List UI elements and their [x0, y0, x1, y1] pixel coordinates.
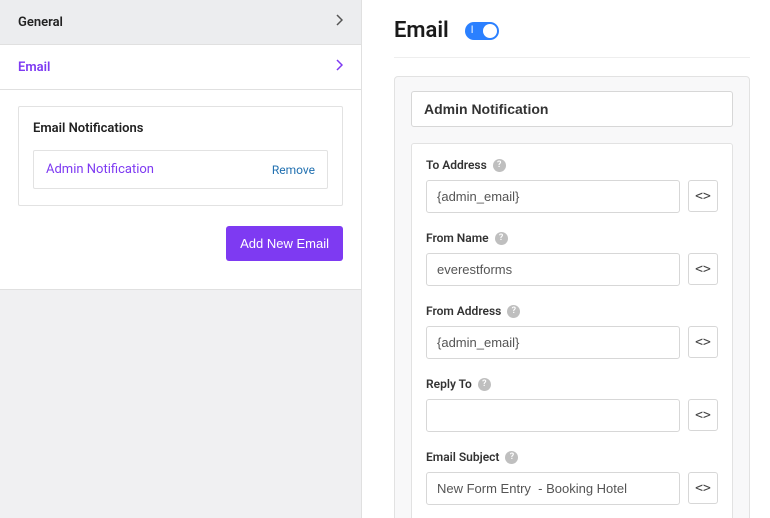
email-notifications-panel-wrap: Email Notifications Admin Notification R… — [0, 90, 361, 226]
chevron-right-icon — [335, 59, 343, 75]
from-address-input[interactable] — [426, 326, 680, 359]
add-button-wrap: Add New Email — [0, 226, 361, 290]
insert-tag-button[interactable]: <> — [688, 326, 718, 358]
chevron-right-icon — [335, 14, 343, 30]
field-from-address: From Address ? <> — [426, 304, 718, 359]
email-notifications-panel: Email Notifications Admin Notification R… — [18, 106, 343, 206]
sidebar-item-general[interactable]: General — [0, 0, 361, 45]
sidebar-item-email[interactable]: Email — [0, 45, 361, 90]
toggle-on-mark: I — [471, 24, 474, 38]
main-header: Email I — [394, 18, 750, 58]
help-icon[interactable]: ? — [505, 451, 518, 464]
panel-title: Email Notifications — [33, 121, 328, 136]
remove-link[interactable]: Remove — [272, 163, 315, 177]
sidebar-item-label: General — [18, 15, 63, 30]
help-icon[interactable]: ? — [493, 159, 506, 172]
field-label: From Name ? — [426, 231, 718, 245]
field-label: To Address ? — [426, 158, 718, 172]
field-to-address: To Address ? <> — [426, 158, 718, 213]
help-icon[interactable]: ? — [478, 378, 491, 391]
insert-tag-button[interactable]: <> — [688, 472, 718, 504]
to-address-input[interactable] — [426, 180, 680, 213]
from-name-input[interactable] — [426, 253, 680, 286]
notification-name-input[interactable] — [411, 91, 733, 127]
settings-sidebar: General Email Email Notifications Admin … — [0, 0, 362, 518]
email-fields: To Address ? <> From Name ? <> — [411, 143, 733, 518]
email-settings-main: Email I To Address ? <> From Name — [362, 0, 770, 518]
email-subject-input[interactable] — [426, 472, 680, 505]
notification-row: Admin Notification Remove — [33, 150, 328, 189]
help-icon[interactable]: ? — [507, 305, 520, 318]
field-label: Reply To ? — [426, 377, 718, 391]
field-email-subject: Email Subject ? <> — [426, 450, 718, 505]
insert-tag-button[interactable]: <> — [688, 399, 718, 431]
insert-tag-button[interactable]: <> — [688, 180, 718, 212]
email-enabled-toggle[interactable]: I — [465, 22, 499, 40]
email-config-panel: To Address ? <> From Name ? <> — [394, 76, 750, 518]
insert-tag-button[interactable]: <> — [688, 253, 718, 285]
page-title: Email — [394, 18, 449, 43]
add-new-email-button[interactable]: Add New Email — [226, 226, 343, 261]
sidebar-item-label: Email — [18, 60, 50, 75]
field-label: Email Subject ? — [426, 450, 718, 464]
field-label: From Address ? — [426, 304, 718, 318]
field-reply-to: Reply To ? <> — [426, 377, 718, 432]
notification-name[interactable]: Admin Notification — [46, 162, 154, 177]
help-icon[interactable]: ? — [495, 232, 508, 245]
toggle-knob — [483, 24, 497, 38]
reply-to-input[interactable] — [426, 399, 680, 432]
field-from-name: From Name ? <> — [426, 231, 718, 286]
